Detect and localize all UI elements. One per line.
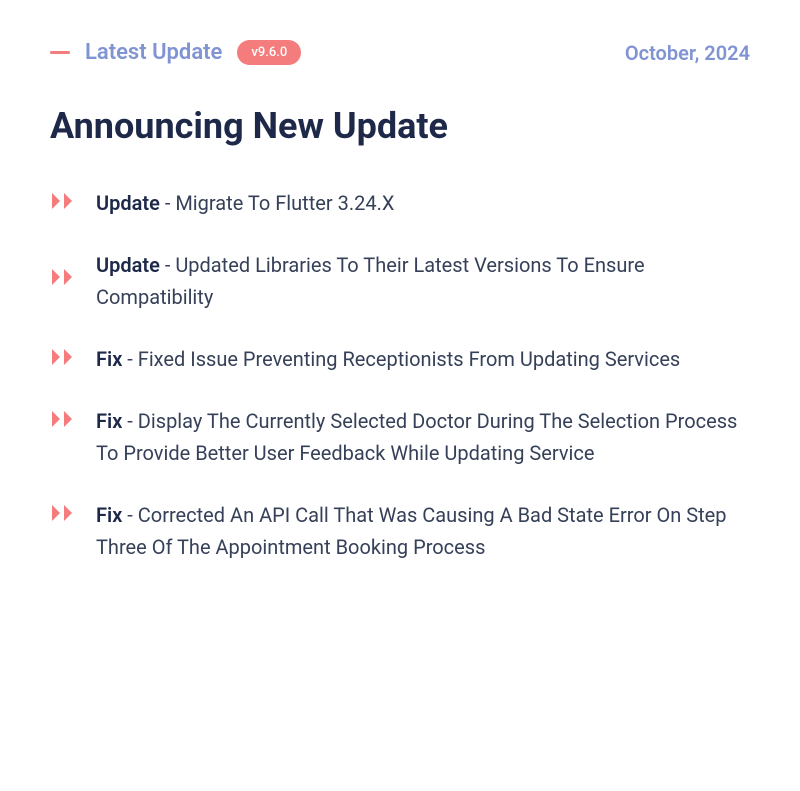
section-label: Latest Update	[85, 40, 222, 65]
changelog-item-body: Updated Libraries To Their Latest Versio…	[96, 253, 645, 309]
changelog-item: Update - Migrate To Flutter 3.24.X	[50, 187, 750, 219]
changelog-item-prefix: Update	[96, 191, 160, 215]
double-chevron-right-icon	[50, 409, 78, 429]
header-row: Latest Update v9.6.0 October, 2024	[50, 40, 750, 65]
changelog-item-body: Fixed Issue Preventing Receptionists Fro…	[138, 347, 680, 371]
changelog-item: Update - Updated Libraries To Their Late…	[50, 249, 750, 313]
release-date: October, 2024	[625, 41, 750, 65]
double-chevron-right-icon	[50, 503, 78, 523]
changelog-item: Fix - Fixed Issue Preventing Receptionis…	[50, 343, 750, 375]
double-chevron-right-icon	[50, 347, 78, 367]
changelog-item-text: Fix - Display The Currently Selected Doc…	[96, 405, 750, 469]
dash-icon	[50, 51, 70, 54]
changelog-item-prefix: Fix	[96, 347, 122, 371]
changelog-item-body: Migrate To Flutter 3.24.X	[175, 191, 394, 215]
changelog-item-text: Fix - Corrected An API Call That Was Cau…	[96, 499, 750, 563]
changelog-item-prefix: Update	[96, 253, 160, 277]
changelog-item-prefix: Fix	[96, 409, 122, 433]
header-left: Latest Update v9.6.0	[50, 40, 301, 65]
changelog-item-body: Corrected An API Call That Was Causing A…	[96, 503, 726, 559]
double-chevron-right-icon	[50, 191, 78, 211]
page-title: Announcing New Update	[50, 105, 750, 147]
changelog-item: Fix - Display The Currently Selected Doc…	[50, 405, 750, 469]
changelog-item-text: Update - Updated Libraries To Their Late…	[96, 249, 750, 313]
changelog-item-body: Display The Currently Selected Doctor Du…	[96, 409, 737, 465]
changelog-item-prefix: Fix	[96, 503, 122, 527]
changelog-item: Fix - Corrected An API Call That Was Cau…	[50, 499, 750, 563]
double-chevron-right-icon	[50, 267, 78, 287]
version-badge: v9.6.0	[237, 40, 301, 65]
changelog-item-text: Fix - Fixed Issue Preventing Receptionis…	[96, 343, 680, 375]
changelog-item-text: Update - Migrate To Flutter 3.24.X	[96, 187, 394, 219]
changelog-list: Update - Migrate To Flutter 3.24.X Updat…	[50, 187, 750, 563]
